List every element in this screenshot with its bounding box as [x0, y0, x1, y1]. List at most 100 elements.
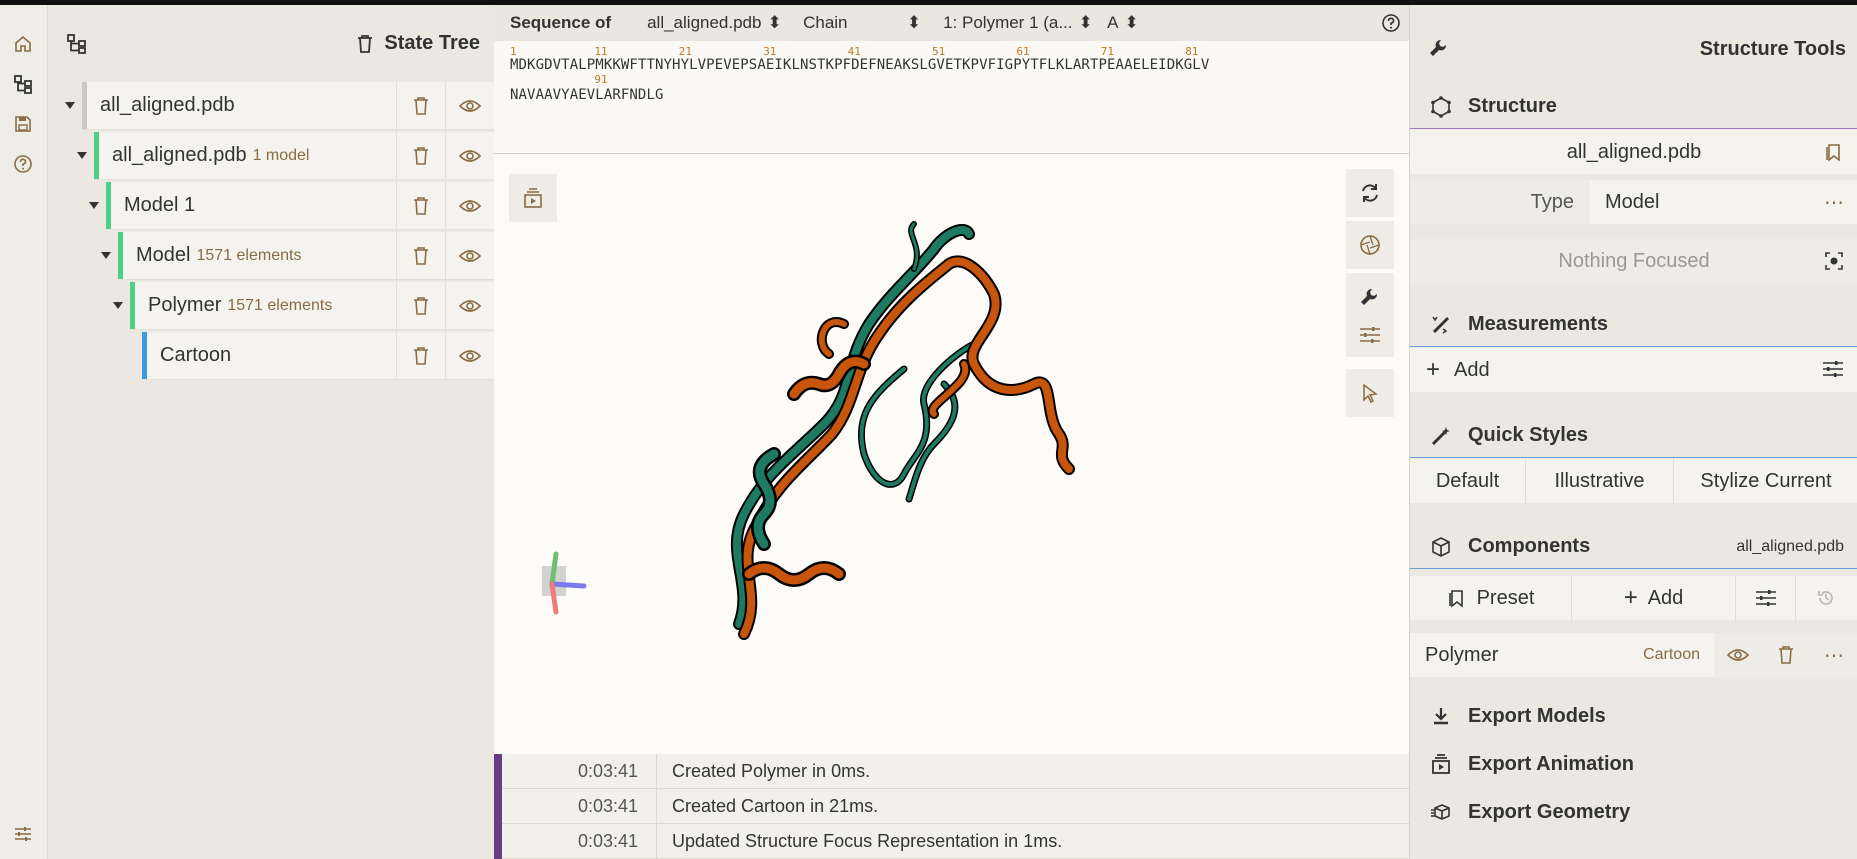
export-geometry-header[interactable]: Export Geometry — [1410, 790, 1857, 834]
bookmark-icon[interactable] — [1824, 142, 1844, 162]
tree-node-name: all_aligned.pdb — [100, 94, 235, 116]
entity-select[interactable]: 1: Polymer 1 (a... ⬍ — [937, 9, 1099, 37]
settings-sliders-icon[interactable] — [10, 821, 36, 847]
structure-select[interactable]: all_aligned.pdb ⬍ — [641, 9, 791, 37]
collapse-caret-icon[interactable] — [82, 182, 106, 230]
measurements-section-header[interactable]: Measurements — [1410, 303, 1857, 347]
refresh-icon — [1362, 184, 1378, 202]
tree-view-icon[interactable] — [66, 33, 88, 55]
updown-icon: ⬍ — [1078, 13, 1093, 32]
eye-icon[interactable] — [445, 82, 494, 129]
eye-icon[interactable] — [445, 182, 494, 229]
structure-tools-header: Structure Tools — [1410, 27, 1857, 71]
eye-icon[interactable] — [445, 232, 494, 279]
eye-icon[interactable] — [445, 132, 494, 179]
tree-node-label[interactable]: Model 1571 elements — [123, 232, 396, 279]
wrench-icon[interactable] — [1358, 286, 1382, 310]
state-tree-title: State Tree — [384, 32, 480, 54]
state-tree-icon[interactable] — [10, 71, 36, 97]
help-icon[interactable] — [1381, 13, 1401, 33]
components-title: Components — [1468, 535, 1591, 557]
eye-icon[interactable] — [1714, 633, 1762, 677]
3d-viewport[interactable] — [494, 154, 1409, 754]
selection-mode-button[interactable] — [1346, 369, 1394, 417]
trash-icon[interactable] — [396, 332, 445, 379]
magic-ruler-icon — [1426, 314, 1456, 336]
tree-node[interactable]: all_aligned.pdb 1 model — [77, 132, 494, 180]
trash-icon[interactable] — [396, 282, 445, 329]
type-select[interactable]: Model — [1590, 191, 1810, 214]
focus-target-icon[interactable] — [1824, 251, 1844, 271]
export-models-header[interactable]: Export Models — [1410, 694, 1857, 738]
trash-icon[interactable] — [396, 182, 445, 229]
protein-cartoon-render — [542, 221, 1075, 640]
style-stylize-current-button[interactable]: Stylize Current — [1674, 459, 1857, 503]
help-icon[interactable] — [10, 151, 36, 177]
orange-chain — [738, 255, 1075, 640]
bookmark-icon — [1448, 590, 1463, 608]
animation-toggle-button[interactable] — [509, 174, 557, 222]
trash-icon[interactable] — [1762, 633, 1810, 677]
trash-icon[interactable] — [396, 82, 445, 129]
sliders-icon[interactable] — [1736, 576, 1796, 620]
components-add-button[interactable]: + Add — [1572, 576, 1736, 620]
collapse-caret-icon[interactable] — [94, 232, 118, 280]
residue-number: 91 — [594, 73, 608, 86]
history-icon[interactable] — [1796, 576, 1856, 620]
more-options-icon[interactable]: ⋯ — [1810, 633, 1857, 677]
reset-camera-button[interactable] — [1346, 169, 1394, 217]
components-section-header[interactable]: Components all_aligned.pdb — [1410, 525, 1857, 569]
chain-select-value: A — [1107, 13, 1119, 32]
collapse-caret-icon[interactable] — [106, 282, 130, 330]
sliders-icon[interactable] — [1822, 360, 1844, 378]
tree-node-label[interactable]: Cartoon — [147, 332, 396, 379]
log-time: 0:03:41 — [502, 754, 657, 788]
sequence-line-2[interactable]: NAVAAVYAEVLARFNDLG — [510, 87, 664, 103]
entity-select-value: 1: Polymer 1 (a... — [943, 13, 1073, 32]
style-illustrative-button[interactable]: Illustrative — [1526, 459, 1674, 503]
structure-name-row[interactable]: all_aligned.pdb — [1410, 130, 1857, 174]
tree-node-label[interactable]: all_aligned.pdb 1 model — [99, 132, 396, 179]
trash-icon[interactable] — [396, 232, 445, 279]
download-icon — [1426, 706, 1456, 726]
style-default-button[interactable]: Default — [1410, 459, 1526, 503]
chain-select[interactable]: A ⬍ — [1101, 9, 1151, 37]
state-tree-title-group: State Tree — [356, 32, 480, 55]
home-icon[interactable] — [10, 31, 36, 57]
sliders-icon[interactable] — [1359, 326, 1381, 344]
tree-node[interactable]: all_aligned.pdb — [65, 82, 494, 130]
preset-button[interactable]: Preset — [1410, 576, 1572, 620]
tree-node[interactable]: Model 1 — [89, 182, 494, 230]
animation-icon — [1426, 753, 1456, 775]
structure-section-title: Structure — [1468, 95, 1557, 117]
export-animation-header[interactable]: Export Animation — [1410, 742, 1857, 786]
trash-icon[interactable] — [396, 132, 445, 179]
eye-icon[interactable] — [445, 282, 494, 329]
measurements-add-row: + Add — [1410, 348, 1857, 392]
component-representation: Cartoon — [1643, 646, 1700, 663]
sequence-panel[interactable]: 1 11 21 31 41 51 61 71 81 MDKGDVTALPMKKWFTTNYHYL… — [494, 41, 1409, 154]
quick-styles-section-header[interactable]: Quick Styles — [1410, 414, 1857, 458]
tree-node-label[interactable]: Model 1 — [111, 182, 396, 229]
collapse-caret-icon[interactable] — [70, 132, 94, 180]
tree-node-detail: 1 model — [252, 146, 310, 164]
tree-node[interactable]: Cartoon — [142, 332, 494, 380]
measurements-add-button[interactable]: + Add — [1410, 348, 1490, 392]
screenshot-button[interactable] — [1346, 221, 1394, 269]
eye-icon[interactable] — [445, 332, 494, 379]
tree-node-label[interactable]: Polymer 1571 elements — [135, 282, 396, 329]
more-options-icon[interactable]: ⋯ — [1810, 190, 1857, 215]
component-polymer-row[interactable]: Polymer Cartoon ⋯ — [1410, 633, 1857, 677]
structure-section-header[interactable]: Structure — [1410, 85, 1857, 129]
trash-icon[interactable] — [356, 34, 374, 54]
mode-select[interactable]: Chain ⬍ — [797, 9, 927, 37]
sequence-line-1[interactable]: MDKGDVTALPMKKWFTTNYHYLVPEVEPSAEIKLNSTKPF… — [510, 57, 1209, 73]
save-icon[interactable] — [10, 111, 36, 137]
log-entry: 0:03:41 Updated Structure Focus Represent… — [502, 824, 1409, 859]
collapse-caret-icon[interactable] — [58, 82, 82, 130]
type-row: Type Model ⋯ — [1410, 180, 1857, 224]
tree-node-label[interactable]: all_aligned.pdb — [87, 82, 396, 129]
tree-node[interactable]: Polymer 1571 elements — [113, 282, 494, 330]
tree-node[interactable]: Model 1571 elements — [101, 232, 494, 280]
plus-icon: + — [1426, 356, 1441, 383]
